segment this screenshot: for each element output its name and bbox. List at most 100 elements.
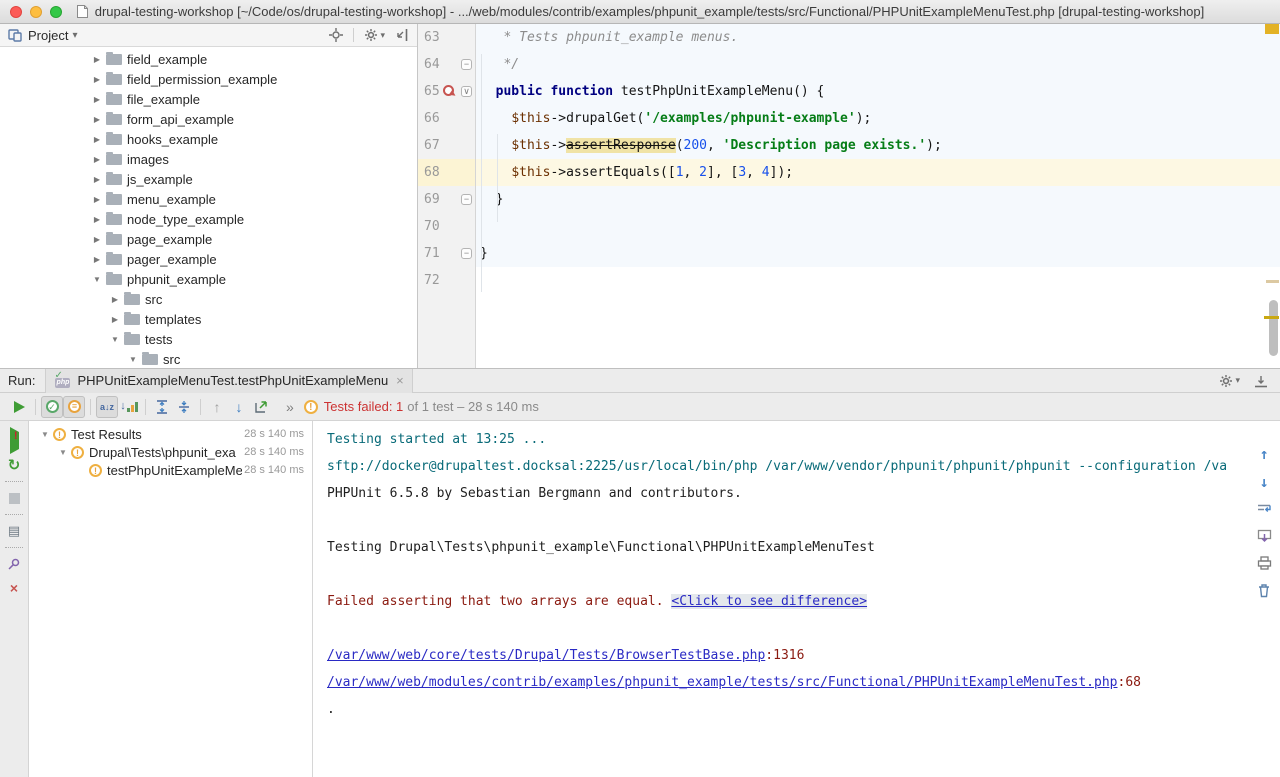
chevron-collapsed-icon[interactable]: ▶	[90, 95, 104, 104]
line-number[interactable]: 67	[424, 132, 440, 159]
error-stripe-warning-mark[interactable]	[1266, 280, 1279, 283]
tree-item[interactable]: ▶node_type_example	[0, 209, 417, 229]
code-text[interactable]: }	[476, 186, 1280, 213]
error-stripe-caret-mark[interactable]	[1264, 316, 1279, 319]
tree-item[interactable]: ▶hooks_example	[0, 129, 417, 149]
tree-item[interactable]: ▶form_api_example	[0, 109, 417, 129]
chevron-collapsed-icon[interactable]: ▶	[90, 55, 104, 64]
chevron-collapsed-icon[interactable]: ▶	[90, 215, 104, 224]
line-number[interactable]: 71	[424, 240, 440, 267]
sort-by-duration-button[interactable]: ↓	[118, 396, 140, 418]
previous-failed-test-button[interactable]: ↑	[206, 396, 228, 418]
tree-item[interactable]: ▶js_example	[0, 169, 417, 189]
fold-marker-icon[interactable]: −	[461, 59, 472, 70]
chevron-expanded-icon[interactable]: ▼	[37, 430, 53, 439]
code-text[interactable]: * Tests phpunit_example menus.	[476, 24, 1280, 51]
chevron-collapsed-icon[interactable]: ▶	[90, 235, 104, 244]
tree-item[interactable]: ▶page_example	[0, 229, 417, 249]
console-link[interactable]: /var/www/web/core/tests/Drupal/Tests/Bro…	[327, 648, 765, 663]
close-run-panel-button[interactable]: ×	[0, 576, 28, 600]
tree-item[interactable]: ▶images	[0, 149, 417, 169]
code-text[interactable]	[476, 267, 1280, 294]
run-configuration-tab[interactable]: ✓ php PHPUnitExampleMenuTest.testPhpUnit…	[45, 369, 412, 393]
tree-item[interactable]: ▶src	[0, 289, 417, 309]
console-link[interactable]: /var/www/web/modules/contrib/examples/ph…	[327, 675, 1118, 690]
export-test-results-button[interactable]	[250, 396, 272, 418]
line-number[interactable]: 63	[424, 24, 440, 51]
tree-item[interactable]: ▶field_permission_example	[0, 69, 417, 89]
tree-item[interactable]: ▶templates	[0, 309, 417, 329]
scroll-to-end-button[interactable]	[1257, 529, 1272, 543]
scroll-from-source-icon[interactable]	[329, 28, 343, 42]
fold-marker-icon[interactable]: ∨	[461, 86, 472, 97]
code-text[interactable]: public function testPhpUnitExampleMenu()…	[476, 78, 1280, 105]
test-tree-item[interactable]: ▼!Test Results28 s 140 ms	[29, 425, 312, 443]
fold-marker-icon[interactable]: −	[461, 194, 472, 205]
hide-panel-icon[interactable]	[395, 28, 409, 42]
test-failed-marker-icon[interactable]	[443, 85, 454, 96]
close-tab-icon[interactable]: ×	[396, 373, 404, 388]
tree-item[interactable]: ▶pager_example	[0, 249, 417, 269]
run-settings-gear-icon[interactable]: ▾	[1219, 374, 1240, 388]
tree-item[interactable]: ▶field_example	[0, 49, 417, 69]
line-number[interactable]: 68	[424, 159, 440, 186]
soft-wrap-button[interactable]	[1257, 503, 1272, 516]
tree-item[interactable]: ▼src	[0, 349, 417, 368]
console-link[interactable]: <Click to see difference>	[671, 594, 867, 609]
chevron-collapsed-icon[interactable]: ▶	[90, 115, 104, 124]
clear-all-button[interactable]	[1257, 583, 1271, 598]
test-tree-item[interactable]: ▼!Drupal\Tests\phpunit_exa28 s 140 ms	[29, 443, 312, 461]
file-status-warning-marker[interactable]	[1265, 24, 1279, 34]
pin-tab-button[interactable]	[0, 552, 28, 576]
restore-layout-button[interactable]: ▤	[0, 519, 28, 543]
next-message-button[interactable]: ↓	[1259, 475, 1268, 490]
project-settings-gear-icon[interactable]: ▾	[364, 28, 385, 42]
toggle-auto-test-button[interactable]: ↻	[0, 453, 28, 477]
rerun-button[interactable]	[8, 396, 30, 418]
code-text[interactable]: $this->drupalGet('/examples/phpunit-exam…	[476, 105, 1280, 132]
hide-panel-down-icon[interactable]	[1254, 374, 1268, 388]
code-text[interactable]: */	[476, 51, 1280, 78]
chevron-collapsed-icon[interactable]: ▶	[90, 255, 104, 264]
chevron-collapsed-icon[interactable]: ▶	[108, 315, 122, 324]
print-button[interactable]	[1257, 556, 1272, 570]
fold-marker-icon[interactable]: −	[461, 248, 472, 259]
chevron-expanded-icon[interactable]: ▼	[90, 275, 104, 284]
code-text[interactable]	[476, 213, 1280, 240]
chevron-collapsed-icon[interactable]: ▶	[90, 155, 104, 164]
chevron-collapsed-icon[interactable]: ▶	[90, 135, 104, 144]
more-actions-icon[interactable]: »	[286, 399, 294, 415]
close-window-button[interactable]	[10, 6, 22, 18]
chevron-expanded-icon[interactable]: ▼	[126, 355, 140, 364]
code-text[interactable]: $this->assertEquals([1, 2], [3, 4]);	[476, 159, 1280, 186]
collapse-all-button[interactable]	[173, 396, 195, 418]
next-failed-test-button[interactable]: ↓	[228, 396, 250, 418]
minimize-window-button[interactable]	[30, 6, 42, 18]
editor-scrollbar-thumb[interactable]	[1269, 300, 1278, 356]
zoom-window-button[interactable]	[50, 6, 62, 18]
tree-item[interactable]: ▶menu_example	[0, 189, 417, 209]
tree-item[interactable]: ▼phpunit_example	[0, 269, 417, 289]
chevron-collapsed-icon[interactable]: ▶	[108, 295, 122, 304]
prev-message-button[interactable]: ↑	[1259, 447, 1268, 462]
code-text[interactable]: $this->assertResponse(200, 'Description …	[476, 132, 1280, 159]
tree-item[interactable]: ▼tests	[0, 329, 417, 349]
console-output[interactable]: Testing started at 13:25 ...sftp://docke…	[313, 421, 1280, 777]
code-text[interactable]: }	[476, 240, 1280, 267]
test-tree-item[interactable]: !testPhpUnitExampleMe28 s 140 ms	[29, 461, 312, 479]
chevron-collapsed-icon[interactable]: ▶	[90, 175, 104, 184]
line-number[interactable]: 64	[424, 51, 440, 78]
chevron-expanded-icon[interactable]: ▼	[108, 335, 122, 344]
chevron-down-icon[interactable]: ▾	[72, 30, 77, 41]
line-number[interactable]: 65	[424, 78, 440, 105]
chevron-collapsed-icon[interactable]: ▶	[90, 75, 104, 84]
rerun-failed-tests-button[interactable]: !	[0, 429, 28, 453]
line-number[interactable]: 70	[424, 213, 440, 240]
line-number[interactable]: 69	[424, 186, 440, 213]
editor-empty-area[interactable]	[418, 294, 1280, 368]
stop-button[interactable]	[0, 486, 28, 510]
sort-alphabetically-button[interactable]: a↓z	[96, 396, 118, 418]
show-ignored-button[interactable]: ≡	[63, 396, 85, 418]
expand-all-button[interactable]	[151, 396, 173, 418]
chevron-collapsed-icon[interactable]: ▶	[90, 195, 104, 204]
